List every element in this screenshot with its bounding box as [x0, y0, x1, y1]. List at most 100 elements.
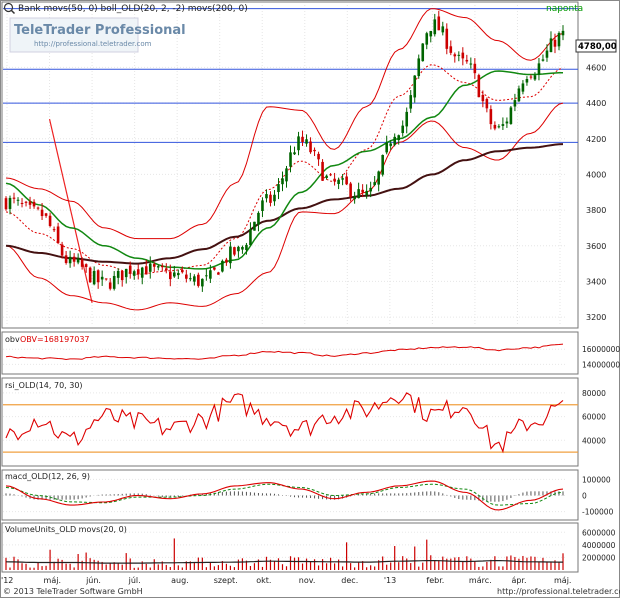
chart-window: '12 máj. jún. júl. aug. szept. okt. nov. dec. '13…: [0, 0, 620, 598]
candle-body: [341, 178, 344, 180]
candle-body: [461, 52, 465, 59]
x-tick-label: febr.: [426, 576, 444, 585]
x-tick-label: ápr.: [511, 576, 526, 585]
y-tick-label: 4000: [586, 170, 606, 179]
candle-body: [96, 270, 100, 283]
panel-tick-label: 0: [582, 492, 587, 501]
candle-body: [481, 94, 485, 102]
candle-body: [245, 244, 248, 251]
candle-body: [148, 263, 152, 272]
candle-body: [521, 83, 525, 92]
candle-body: [32, 201, 36, 207]
candle-body: [369, 187, 372, 192]
rsi-legend: rsi_OLD(14, 70, 30): [5, 381, 83, 390]
copyright: © 2013 TeleTrader Software GmbH: [3, 587, 143, 596]
candle-body: [12, 197, 16, 199]
candle-body: [164, 268, 168, 271]
candle-body: [88, 267, 92, 283]
candle-body: [241, 247, 244, 250]
candle-body: [513, 100, 517, 107]
candle-body: [541, 59, 545, 61]
x-tick-label: aug.: [171, 576, 189, 585]
candle-body: [84, 264, 88, 268]
y-tick-label: 4200: [586, 135, 606, 144]
logo-url: http://professional.teletrader.com: [34, 40, 152, 48]
candle-body: [132, 271, 136, 276]
panel-tick-label: 40000: [582, 436, 606, 445]
panel-tick-label: 160000000: [582, 345, 620, 354]
y-tick-label: 3200: [586, 313, 606, 322]
panel-tick-label: 100000: [582, 475, 611, 484]
candle-body: [68, 256, 72, 264]
candle-body: [297, 136, 300, 151]
candle-body: [285, 168, 288, 182]
candle-body: [505, 121, 509, 124]
candle-body: [361, 189, 364, 193]
x-tick-label: dec.: [341, 576, 358, 585]
rsi-panel: [1, 377, 579, 467]
candle-body: [405, 111, 409, 127]
x-tick-label: márc.: [469, 576, 492, 585]
candle-body: [237, 246, 240, 252]
candle-body: [44, 213, 48, 216]
x-tick-label: '13: [384, 576, 396, 585]
y-tick-label: 4600: [586, 63, 606, 72]
candle-body: [313, 149, 316, 152]
x-tick-label: júl.: [128, 576, 141, 585]
candle-body: [36, 207, 40, 209]
panel-tick-label: 6000000: [582, 528, 616, 537]
candle-body: [537, 63, 541, 75]
candle-body: [197, 274, 200, 286]
candle-body: [301, 136, 304, 142]
candle-body: [553, 39, 557, 47]
candle-body: [273, 194, 276, 202]
candle-body: [92, 270, 96, 285]
candle-body: [52, 229, 56, 231]
candle-body: [417, 58, 421, 77]
candle-body: [229, 246, 232, 264]
period-label[interactable]: naponta: [546, 4, 583, 14]
x-tick-label: nov.: [299, 576, 316, 585]
candle-body: [48, 215, 52, 226]
footer-url[interactable]: http://professional.teletrader.com/: [497, 587, 620, 596]
candle-body: [177, 273, 180, 276]
candle-body: [185, 274, 188, 279]
candle-body: [333, 178, 336, 182]
candle-body: [325, 175, 328, 178]
candle-body: [525, 79, 529, 83]
candle-body: [445, 28, 449, 49]
candle-body: [213, 267, 216, 270]
candle-body: [261, 200, 264, 212]
panel-tick-label: 140000000: [582, 360, 620, 369]
candle-body: [305, 139, 308, 144]
x-tick-label: szept.: [214, 576, 238, 585]
candle-body: [437, 16, 441, 31]
candle-body: [257, 212, 260, 225]
last-price-value: 4780,00: [578, 42, 617, 52]
logo-title: TeleTrader Professional: [14, 23, 186, 38]
candle-body: [128, 265, 132, 274]
candle-body: [409, 95, 413, 109]
candle-body: [509, 107, 513, 124]
candle-body: [249, 229, 252, 246]
candle-body: [124, 268, 128, 278]
candle-body: [140, 267, 144, 278]
candle-body: [433, 19, 437, 35]
x-tick-label: máj.: [44, 576, 61, 585]
candle-body: [517, 88, 521, 102]
candle-body: [473, 63, 477, 74]
candle-body: [217, 272, 220, 275]
candle-body: [225, 259, 228, 263]
candle-body: [289, 152, 292, 167]
candle-body: [469, 63, 473, 65]
candle-body: [441, 26, 445, 33]
macd-legend: macd_OLD(12, 26, 9): [5, 472, 90, 481]
candle-body: [561, 30, 565, 36]
candle-body: [205, 275, 208, 277]
candle-body: [168, 271, 172, 280]
candle-body: [357, 189, 360, 199]
candle-body: [72, 256, 76, 262]
candle-body: [493, 124, 497, 129]
candle-body: [120, 271, 124, 281]
candle-body: [281, 178, 284, 185]
